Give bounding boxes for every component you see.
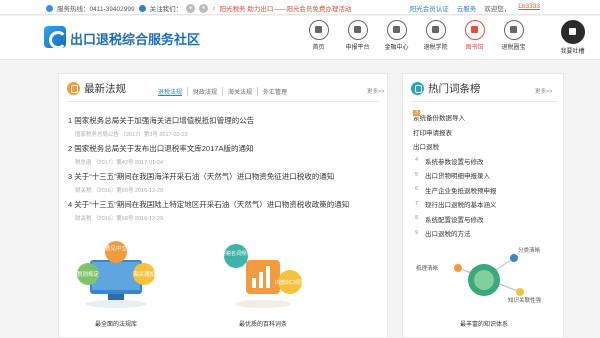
site-logo-icon[interactable] (44, 26, 67, 49)
list-item[interactable]: 3 出口退税 (413, 110, 558, 154)
svg-text:海关通知: 海关通知 (133, 270, 155, 278)
library-icon (464, 20, 485, 40)
cloud-service-link[interactable]: 云服务 (457, 3, 477, 13)
illustration-knowledge: 分类清晰 梳理清晰 知识关联性强 最丰富的知识体系 (410, 238, 558, 328)
regulations-more-link[interactable]: 更多>> (367, 87, 384, 95)
svg-text:税则规定: 税则规定 (77, 270, 100, 278)
username-link[interactable]: Lb3333 (518, 3, 540, 13)
svg-text:意见中立: 意见中立 (105, 244, 128, 252)
site-brand[interactable]: 出口退税综合服务社区 (70, 29, 200, 48)
illustration-caption: 最全面的法规库 (94, 322, 137, 328)
weibo-icon[interactable]: ● (199, 3, 209, 13)
nav-feedback[interactable]: 我要吐槽 (554, 20, 591, 55)
hot-terms-icon (411, 82, 424, 95)
list-item[interactable]: 7 现行出口退税的基本涵义 (413, 197, 558, 212)
wechat-icon[interactable]: ● (186, 3, 196, 13)
hot-terms-list: 1系统备份数据导入 2打印申请报表 3出口退税 4系统参数设置与修改 5出口货物… (413, 110, 558, 241)
regulations-icon (67, 82, 80, 95)
notice-link[interactable]: 阳光税务 助力出口——阳光会员免费办理活动 (220, 3, 352, 13)
svg-text:退税名词规范: 退税名词规范 (221, 250, 251, 257)
home-icon (308, 20, 329, 40)
phone-icon (46, 4, 53, 12)
illustration-caption: 最丰富的知识体系 (459, 322, 508, 328)
list-item[interactable]: 4 系统参数设置与修改 (413, 154, 558, 169)
nav-home[interactable]: 首页 (300, 20, 337, 55)
list-item[interactable]: 6 生产企业免抵退税预申报 (413, 183, 558, 198)
regulations-list: 1 国家税务总局关于加强海关进口增值税抵扣管理的公告 国家税务总局公告 〔2017… (68, 115, 378, 227)
nav-library[interactable]: 图书馆 (456, 20, 493, 55)
nav-declare-platform[interactable]: 申报平台 (339, 20, 376, 55)
tab-tax-refund[interactable]: 退税法规 (153, 87, 189, 96)
regulations-tabs: 退税法规 财政法规 海关法规 外汇管理 (153, 87, 292, 96)
svg-text:梳理清晰: 梳理清晰 (416, 264, 439, 272)
illustration-caption: 最优质的百科词条 (238, 322, 287, 328)
finance-icon (386, 20, 407, 40)
member-verify-link[interactable]: 阳光会员认证 (410, 3, 449, 13)
nav-tax-academy[interactable]: 退税学院 (417, 20, 454, 55)
list-item[interactable]: 1系统备份数据导入 (413, 110, 558, 125)
circle-icon (503, 20, 524, 40)
tab-customs[interactable]: 海关法规 (223, 87, 259, 96)
site-header: 出口退税综合服务社区 首页 申报平台 金融中心 退税学院 图书馆 退税圈宝 我要… (0, 16, 600, 60)
hot-terms-more-link[interactable]: 更多>> (535, 87, 552, 95)
illustration-regulations: 意见中立 税则规定 海关通知 最全面的法规库 (62, 238, 170, 328)
hot-terms-title: 热门词条榜 (428, 83, 481, 95)
regulations-title: 最新法规 (84, 83, 126, 95)
illustration-encyclopedia: 退税名词规范 内部出口规范 最优质的百科词条 (218, 238, 308, 328)
list-item[interactable]: 8 系统配置设置与修改 (413, 212, 558, 227)
hotline-text: 服务热线：0411-39402999 (57, 6, 135, 13)
top-bar: 服务热线：0411-39402999 关注我们： ● ● ♪ 阳光税务 助力出口… (0, 0, 600, 15)
chart-illustration-icon: 退税名词规范 内部出口规范 (221, 244, 305, 308)
svg-text:知识关联性强: 知识关联性强 (508, 296, 542, 304)
list-item[interactable]: 1 国家税务总局关于加强海关进口增值税抵扣管理的公告 国家税务总局公告 〔2017… (68, 115, 378, 143)
feedback-icon (560, 20, 585, 44)
declare-icon (347, 20, 368, 40)
list-item[interactable]: 3 关于“十三五”期间在我国海洋开采石油（天然气）进口物资免征进口税收的通知 财关… (68, 171, 378, 199)
divider (411, 101, 557, 102)
nav-finance-center[interactable]: 金融中心 (378, 20, 415, 55)
divider (67, 101, 379, 102)
welcome-text: 欢迎您， (484, 6, 511, 13)
tab-finance[interactable]: 财政法规 (188, 87, 224, 96)
list-item[interactable]: 2 国家税务总局关于发布出口退税率文库2017A版的通知 税总函 〔2017〕第4… (68, 143, 378, 171)
tab-forex[interactable]: 外汇管理 (258, 87, 292, 96)
follow-label: 关注我们： (149, 6, 183, 13)
network-illustration-icon: 分类清晰 梳理清晰 知识关联性强 (416, 246, 542, 304)
svg-text:内部出口规范: 内部出口规范 (275, 279, 305, 286)
list-item[interactable]: 5 出口货物明细申报录入 (413, 168, 558, 183)
follow-icon (138, 4, 146, 12)
list-item[interactable]: 4 关于“十三五”期间在我国陆上特定地区开采石油（天然气）进口物资税收政策的通知… (68, 199, 378, 227)
bell-icon: ♪ (212, 4, 216, 12)
nav-tax-circle[interactable]: 退税圈宝 (495, 20, 532, 55)
list-item[interactable]: 2打印申请报表 (413, 110, 558, 140)
main-nav: 首页 申报平台 金融中心 退税学院 图书馆 退税圈宝 我要吐槽 (300, 20, 593, 55)
svg-text:分类清晰: 分类清晰 (518, 246, 541, 254)
academy-icon (425, 20, 446, 40)
monitor-illustration-icon: 意见中立 税则规定 海关通知 (77, 241, 155, 308)
